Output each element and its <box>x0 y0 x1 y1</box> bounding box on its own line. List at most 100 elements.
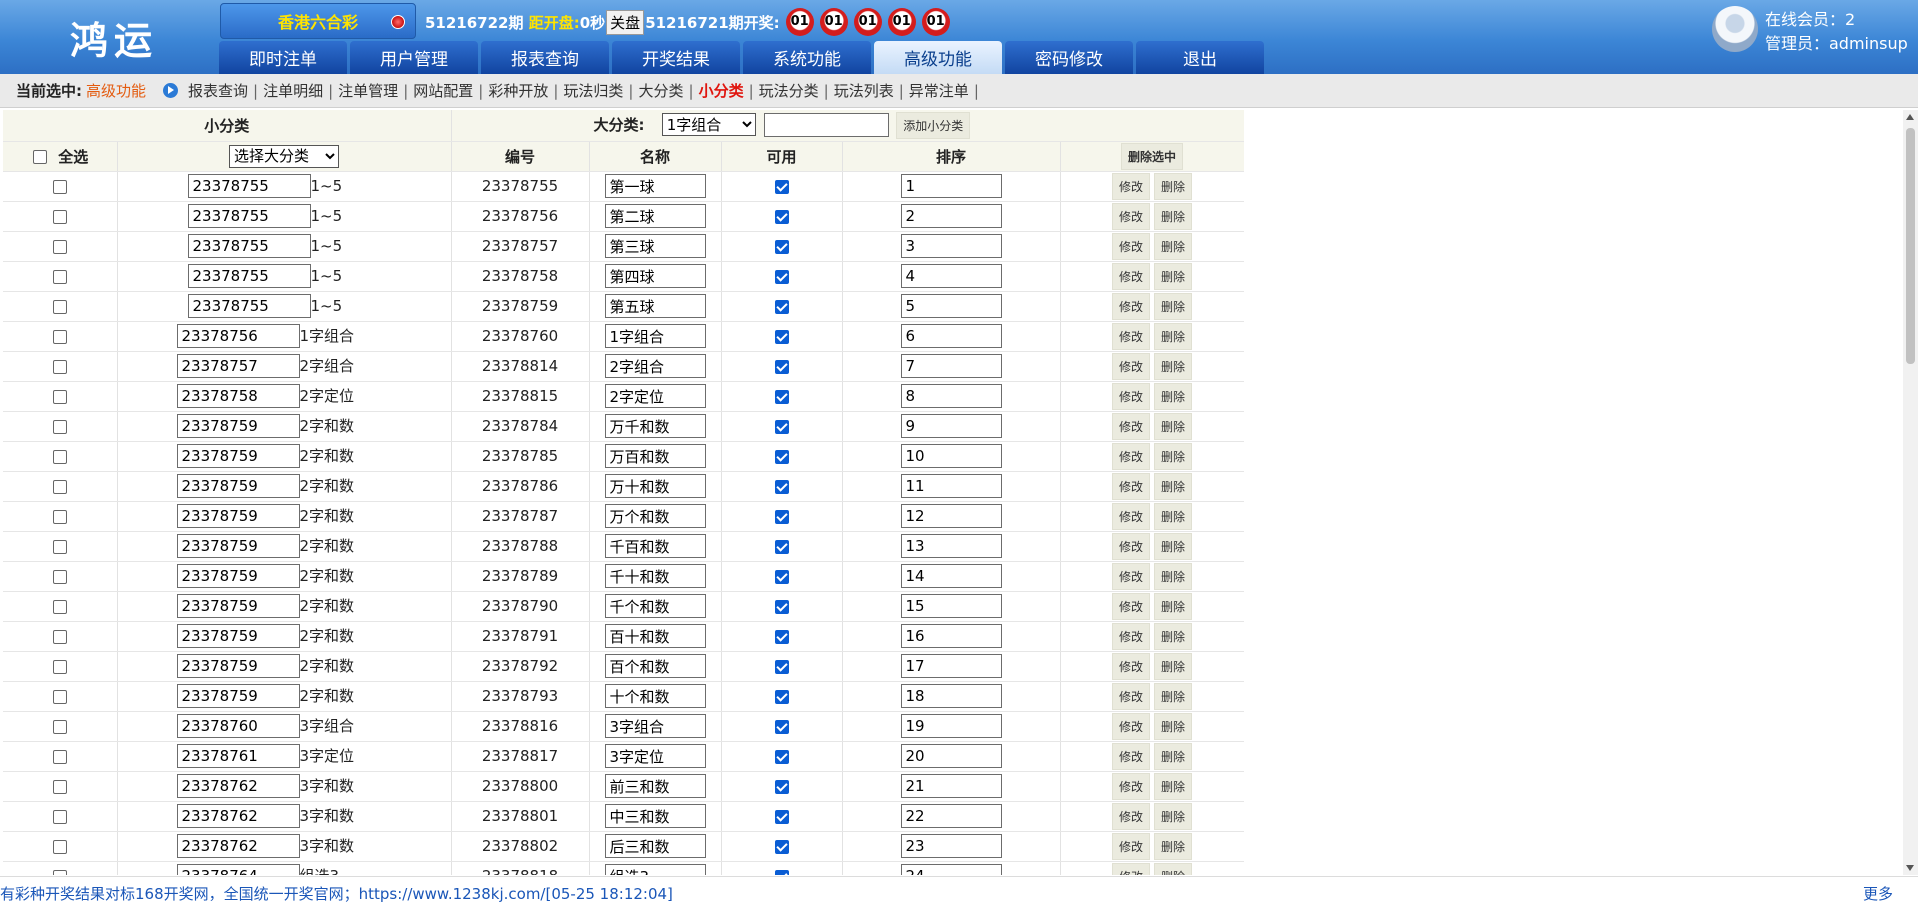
sub-nav-link[interactable]: 玩法归类 <box>563 82 623 100</box>
name-input[interactable] <box>604 504 706 528</box>
delete-button[interactable]: 删除 <box>1154 532 1193 560</box>
parent-id-input[interactable] <box>187 234 311 258</box>
name-input[interactable] <box>604 564 706 588</box>
name-input[interactable] <box>604 474 706 498</box>
enabled-checkbox[interactable] <box>774 749 789 764</box>
delete-button[interactable]: 删除 <box>1154 622 1193 650</box>
sort-input[interactable] <box>900 624 1002 648</box>
edit-button[interactable]: 修改 <box>1112 382 1151 410</box>
sub-nav-link[interactable]: 注单管理 <box>338 82 398 100</box>
name-input[interactable] <box>604 414 706 438</box>
parent-id-input[interactable] <box>187 264 311 288</box>
enabled-checkbox[interactable] <box>774 539 789 554</box>
enabled-checkbox[interactable] <box>774 629 789 644</box>
edit-button[interactable]: 修改 <box>1112 742 1151 770</box>
parent-id-input[interactable] <box>187 174 311 198</box>
parent-id-input[interactable] <box>176 414 300 438</box>
edit-button[interactable]: 修改 <box>1112 862 1151 875</box>
enabled-checkbox[interactable] <box>774 479 789 494</box>
parent-id-input[interactable] <box>176 444 300 468</box>
delete-button[interactable]: 删除 <box>1154 832 1193 860</box>
delete-button[interactable]: 删除 <box>1154 412 1193 440</box>
sort-input[interactable] <box>900 714 1002 738</box>
nav-tab[interactable]: 密码修改 <box>1005 41 1133 74</box>
enabled-checkbox[interactable] <box>774 209 789 224</box>
name-input[interactable] <box>604 864 706 875</box>
sub-nav-link[interactable]: 玩法列表 <box>834 82 894 100</box>
delete-button[interactable]: 删除 <box>1154 472 1193 500</box>
sort-input[interactable] <box>900 324 1002 348</box>
edit-button[interactable]: 修改 <box>1112 172 1151 200</box>
enabled-checkbox[interactable] <box>774 509 789 524</box>
delete-button[interactable]: 删除 <box>1154 262 1193 290</box>
lottery-select-button[interactable]: 香港六合彩 <box>220 3 416 39</box>
enabled-checkbox[interactable] <box>774 299 789 314</box>
name-input[interactable] <box>604 324 706 348</box>
nav-tab[interactable]: 退出 <box>1136 41 1264 74</box>
edit-button[interactable]: 修改 <box>1112 832 1151 860</box>
row-checkbox[interactable] <box>52 389 67 404</box>
sub-nav-link[interactable]: 玩法分类 <box>759 82 819 100</box>
sort-input[interactable] <box>900 354 1002 378</box>
sort-input[interactable] <box>900 594 1002 618</box>
sort-input[interactable] <box>900 654 1002 678</box>
delete-button[interactable]: 删除 <box>1154 442 1193 470</box>
name-input[interactable] <box>604 174 706 198</box>
nav-tab[interactable]: 高级功能 <box>874 41 1002 74</box>
parent-id-input[interactable] <box>176 534 300 558</box>
sort-input[interactable] <box>900 534 1002 558</box>
name-input[interactable] <box>604 264 706 288</box>
sort-input[interactable] <box>900 444 1002 468</box>
sub-nav-link[interactable]: 注单明细 <box>263 82 323 100</box>
vertical-scrollbar[interactable] <box>1903 110 1918 875</box>
parent-id-input[interactable] <box>176 864 300 875</box>
parent-id-input[interactable] <box>176 714 300 738</box>
row-checkbox[interactable] <box>52 479 67 494</box>
enabled-checkbox[interactable] <box>774 809 789 824</box>
big-category-select[interactable]: 1字组合 <box>661 113 756 137</box>
row-checkbox[interactable] <box>52 359 67 374</box>
delete-button[interactable]: 删除 <box>1154 502 1193 530</box>
scrollbar-thumb[interactable] <box>1906 128 1915 364</box>
edit-button[interactable]: 修改 <box>1112 442 1151 470</box>
sort-input[interactable] <box>900 234 1002 258</box>
delete-button[interactable]: 删除 <box>1154 592 1193 620</box>
row-checkbox[interactable] <box>52 539 67 554</box>
name-input[interactable] <box>604 774 706 798</box>
sub-nav-link[interactable]: 彩种开放 <box>488 82 548 100</box>
nav-tab[interactable]: 用户管理 <box>350 41 478 74</box>
delete-button[interactable]: 删除 <box>1154 652 1193 680</box>
sub-nav-link[interactable]: 报表查询 <box>188 82 248 100</box>
row-checkbox[interactable] <box>52 749 67 764</box>
edit-button[interactable]: 修改 <box>1112 592 1151 620</box>
edit-button[interactable]: 修改 <box>1112 472 1151 500</box>
row-checkbox[interactable] <box>52 779 67 794</box>
avatar[interactable] <box>1712 6 1758 52</box>
edit-button[interactable]: 修改 <box>1112 202 1151 230</box>
row-checkbox[interactable] <box>52 689 67 704</box>
row-checkbox[interactable] <box>52 599 67 614</box>
scroll-up-icon[interactable] <box>1906 114 1914 120</box>
scroll-down-icon[interactable] <box>1906 865 1914 871</box>
row-checkbox[interactable] <box>52 509 67 524</box>
enabled-checkbox[interactable] <box>774 569 789 584</box>
parent-id-input[interactable] <box>176 774 300 798</box>
delete-button[interactable]: 删除 <box>1154 682 1193 710</box>
enabled-checkbox[interactable] <box>774 389 789 404</box>
sort-input[interactable] <box>900 414 1002 438</box>
name-input[interactable] <box>604 834 706 858</box>
parent-id-input[interactable] <box>176 744 300 768</box>
row-checkbox[interactable] <box>52 209 67 224</box>
delete-button[interactable]: 删除 <box>1154 172 1193 200</box>
sort-input[interactable] <box>900 684 1002 708</box>
name-input[interactable] <box>604 684 706 708</box>
select-all-checkbox[interactable] <box>33 150 47 164</box>
name-input[interactable] <box>604 354 706 378</box>
row-checkbox[interactable] <box>52 869 67 875</box>
delete-button[interactable]: 删除 <box>1154 352 1193 380</box>
edit-button[interactable]: 修改 <box>1112 502 1151 530</box>
sub-nav-link[interactable]: 大分类 <box>638 82 683 100</box>
more-link[interactable]: 更多 <box>1863 877 1893 912</box>
delete-button[interactable]: 删除 <box>1154 772 1193 800</box>
name-input[interactable] <box>604 294 706 318</box>
